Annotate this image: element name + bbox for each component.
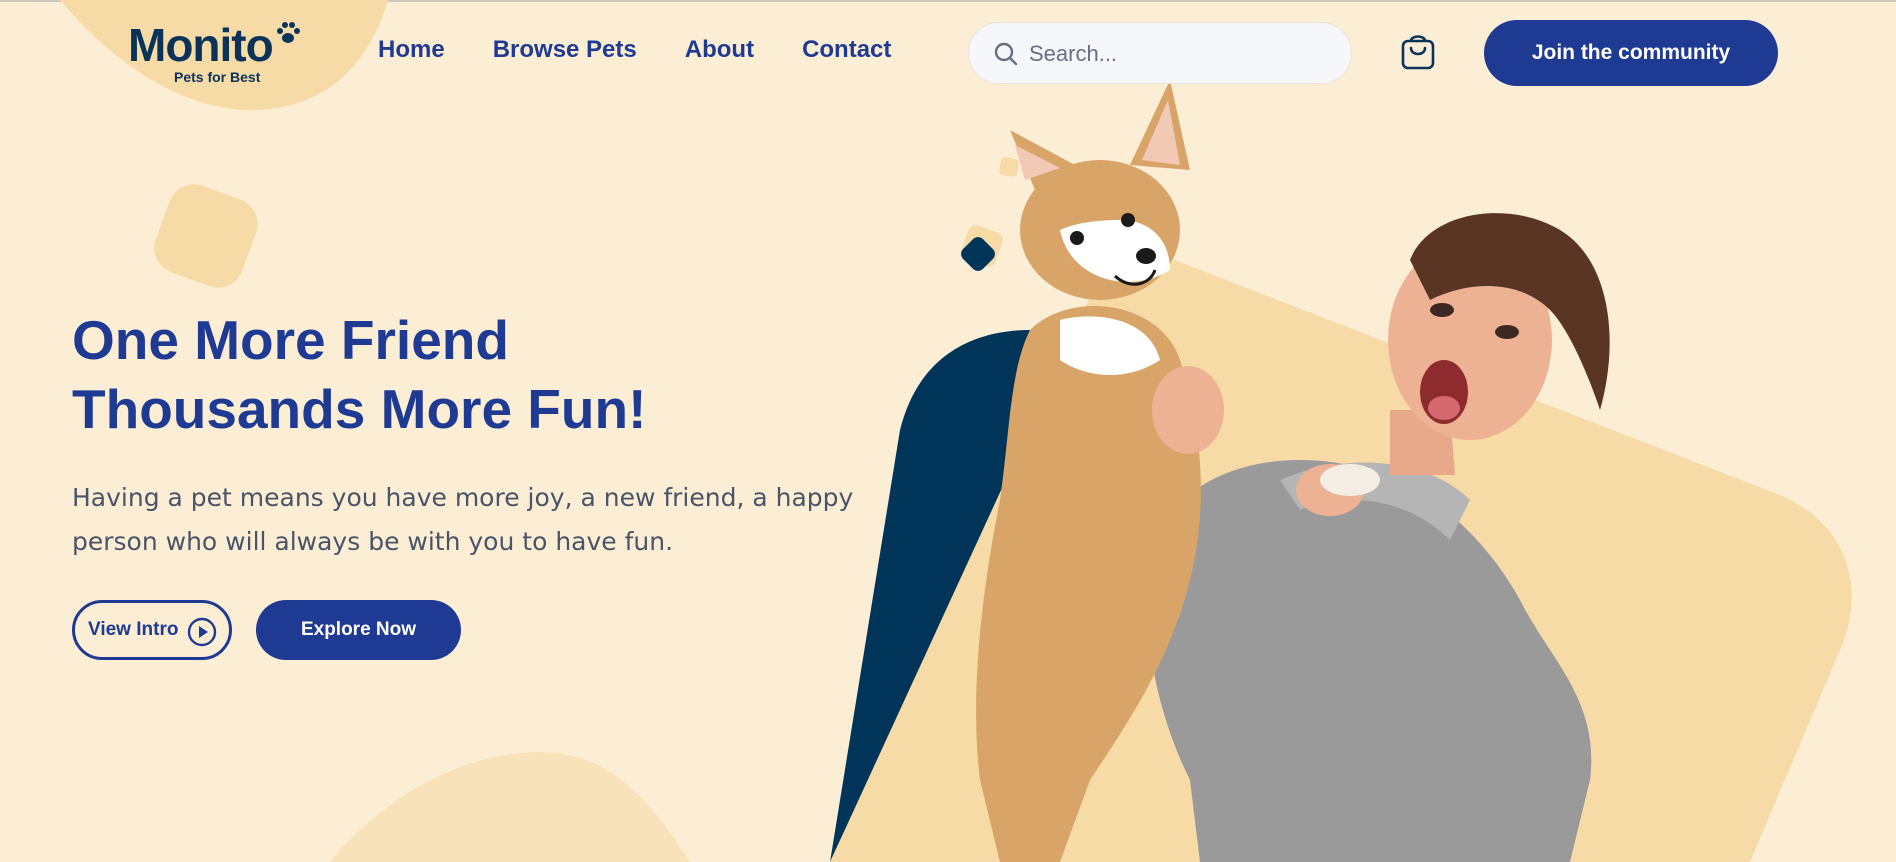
hero-image (976, 80, 1610, 862)
nav-item-about[interactable]: About (685, 36, 754, 64)
search-input[interactable] (1029, 37, 1329, 71)
search-icon (994, 42, 1018, 66)
person-hoodie (1147, 460, 1592, 862)
view-intro-label: View Intro (88, 619, 179, 640)
main-nav: Home Browse Pets About Contact (378, 36, 891, 64)
search-bar[interactable] (968, 22, 1352, 84)
join-community-button[interactable]: Join the community (1484, 20, 1778, 86)
explore-now-button[interactable]: Explore Now (256, 600, 461, 660)
nav-item-home[interactable]: Home (378, 36, 445, 64)
nav-item-contact[interactable]: Contact (802, 36, 891, 64)
play-icon (187, 617, 217, 647)
hero-title-line1: One More Friend (72, 309, 509, 371)
person-hand-left (1152, 366, 1224, 454)
logo[interactable]: Monito Pets for Best (128, 18, 308, 88)
hero-title: One More Friend Thousands More Fun! (72, 306, 792, 444)
deco-square-large (154, 184, 258, 288)
logo-tagline: Pets for Best (174, 69, 261, 85)
paw-icon (277, 22, 300, 43)
shopping-bag-icon[interactable] (1400, 32, 1436, 70)
view-intro-button[interactable]: View Intro (72, 600, 232, 660)
bottom-blob-shape (330, 752, 690, 862)
nav-item-browse-pets[interactable]: Browse Pets (493, 36, 637, 64)
hero-description: Having a pet means you have more joy, a … (72, 483, 854, 556)
hero-title-line2: Thousands More Fun! (72, 378, 647, 440)
logo-wordmark: Monito (128, 19, 274, 71)
